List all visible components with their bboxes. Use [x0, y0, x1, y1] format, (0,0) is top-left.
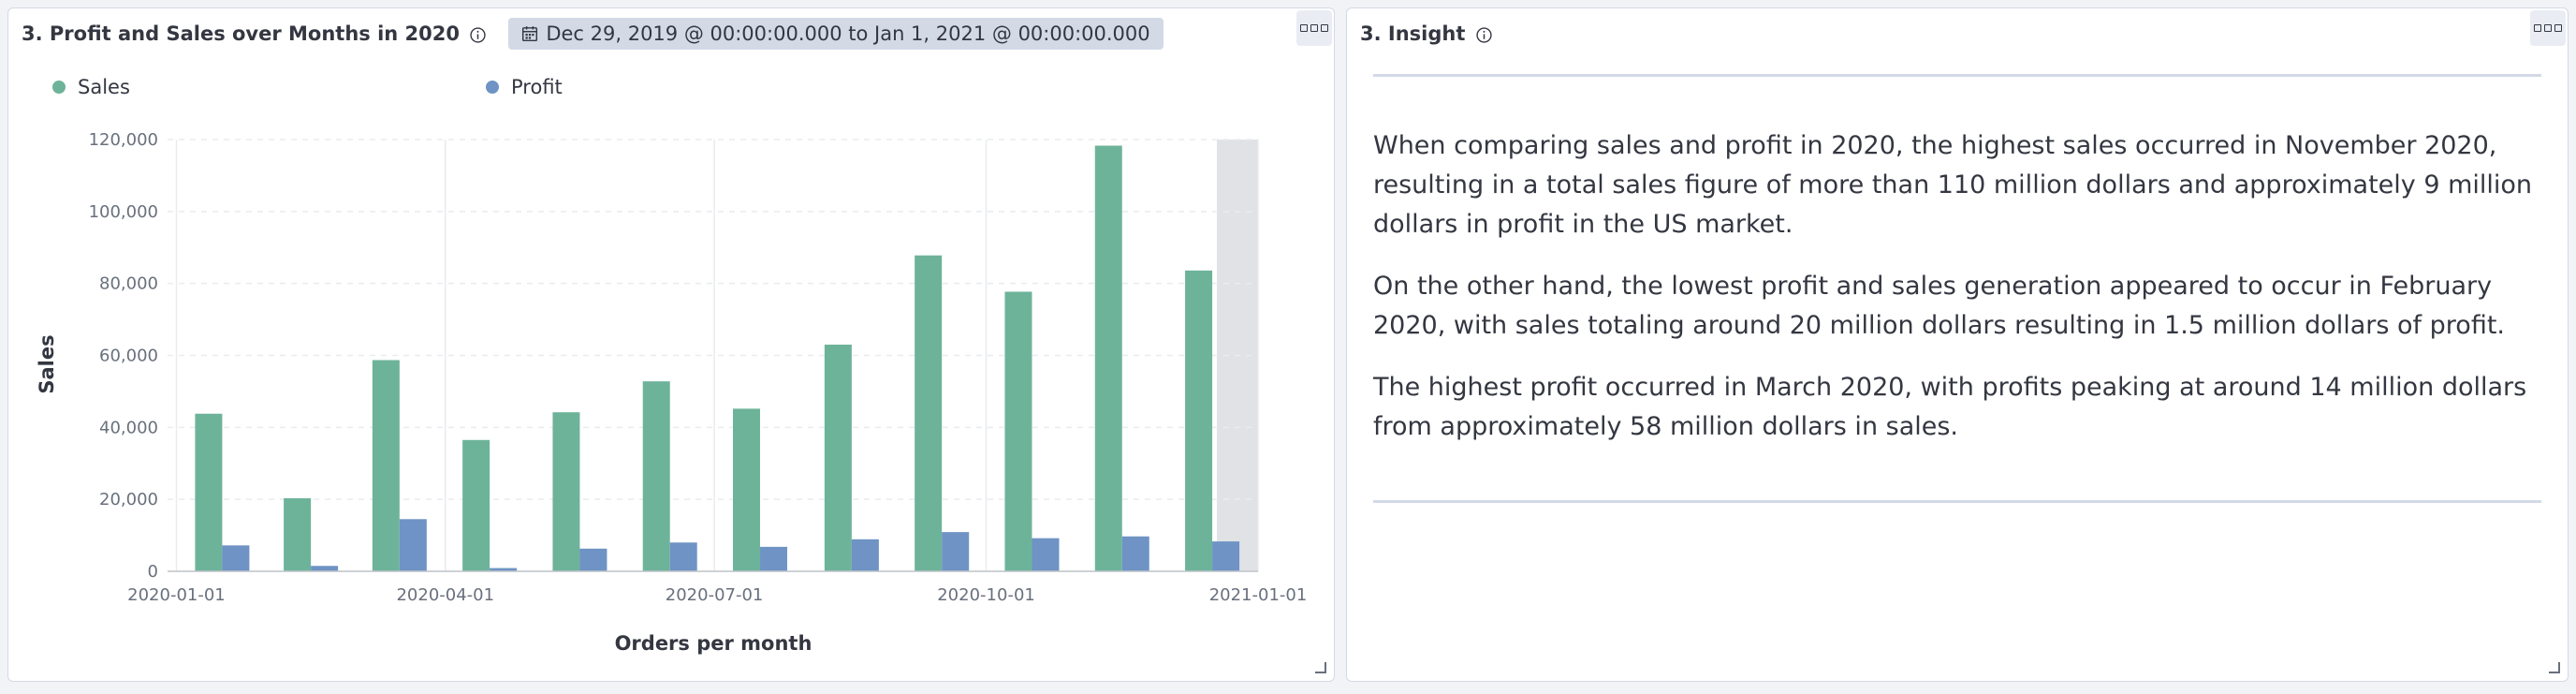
y-tick-label: 80,000 — [99, 274, 158, 294]
bar-profit — [760, 546, 788, 571]
chart: Sales Profit 0 20,000 40,000 60,000 80,000 10… — [36, 76, 1308, 655]
bar-sales — [1185, 270, 1213, 571]
bar-sales — [552, 412, 580, 571]
y-tick-label: 40,000 — [99, 418, 158, 437]
insight-paragraph: On the other hand, the lowest profit and… — [1373, 272, 2505, 340]
bar-profit — [1212, 541, 1240, 571]
bar-profit — [399, 519, 427, 571]
bar-profit — [311, 566, 339, 571]
x-tick-label: 2021-01-01 — [1209, 585, 1308, 605]
x-tick-label: 2020-04-01 — [396, 585, 494, 605]
x-tick-label: 2020-07-01 — [666, 585, 764, 605]
options-dot-icon — [2534, 24, 2541, 32]
chart-legend: Sales Profit — [52, 76, 563, 98]
x-tick-label: 2020-01-01 — [127, 585, 226, 605]
insight-panel-options-button[interactable] — [2530, 10, 2566, 46]
bar-sales — [1004, 291, 1032, 571]
insight-paragraph: The highest profit occurred in March 202… — [1373, 373, 2527, 441]
y-tick-label: 100,000 — [89, 202, 158, 222]
bar-sales — [195, 413, 223, 571]
insight-panel-title: 3. Insight — [1360, 22, 1492, 45]
insight-panel-title-text: 3. Insight — [1360, 22, 1466, 45]
insight-paragraph: When comparing sales and profit in 2020,… — [1373, 131, 2533, 239]
bar-profit — [669, 542, 697, 571]
bar-profit — [222, 545, 250, 571]
bar-sales — [372, 360, 400, 571]
chart-panel: 3. Profit and Sales over Months in 2020 … — [7, 7, 1335, 682]
bar-sales — [284, 498, 312, 571]
bar-profit — [942, 532, 970, 571]
legend-item-sales[interactable]: Sales — [52, 76, 130, 98]
legend-label-sales: Sales — [78, 76, 130, 98]
x-axis-title: Orders per month — [615, 632, 812, 655]
bar-profit — [851, 539, 879, 571]
y-tick-label: 120,000 — [89, 130, 158, 150]
insight-text: When comparing sales and profit in 2020,… — [1373, 126, 2534, 469]
resize-handle[interactable] — [1315, 662, 1326, 673]
info-icon[interactable] — [1476, 26, 1492, 43]
legend-swatch-sales — [52, 81, 66, 94]
bar-profit — [1032, 538, 1060, 571]
legend-swatch-profit — [486, 81, 499, 94]
options-dot-icon — [2544, 24, 2552, 32]
y-tick-label: 0 — [148, 562, 158, 582]
bar-profit — [1121, 536, 1149, 571]
options-dot-icon — [2554, 24, 2562, 32]
y-tick-label: 60,000 — [99, 347, 158, 366]
legend-item-profit[interactable]: Profit — [486, 76, 563, 98]
y-axis-title: Sales — [36, 334, 58, 393]
horizontal-rule-top — [1373, 74, 2541, 77]
legend-label-profit: Profit — [511, 76, 563, 98]
resize-handle[interactable] — [2549, 662, 2560, 673]
y-tick-label: 20,000 — [99, 490, 158, 509]
insight-panel-header: 3. Insight — [1360, 16, 1492, 52]
insight-panel: 3. Insight When comparing sales and prof… — [1346, 7, 2569, 682]
bar-profit — [579, 548, 607, 571]
horizontal-rule-bottom — [1373, 500, 2541, 503]
bar-sales — [642, 381, 670, 571]
bar-sales — [462, 439, 490, 571]
bar-sales — [733, 408, 761, 571]
plot-area: 0 20,000 40,000 60,000 80,000 100,000 120,000 2… — [89, 130, 1308, 605]
bar-sales — [915, 255, 943, 571]
bar-sales — [1094, 145, 1122, 572]
bar-sales — [824, 344, 852, 571]
x-tick-label: 2020-10-01 — [937, 585, 1035, 605]
